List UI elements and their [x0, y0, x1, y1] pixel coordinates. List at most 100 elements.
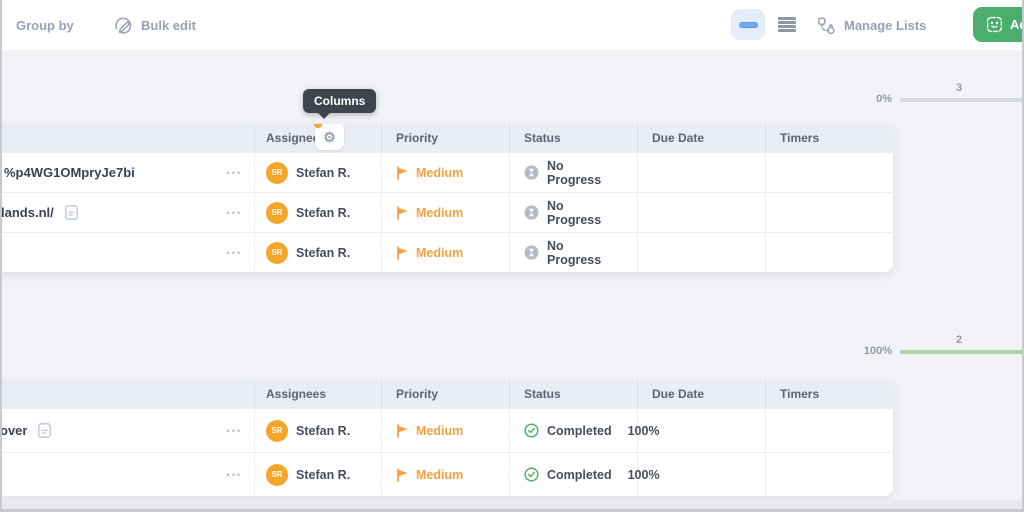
avatar: SR	[266, 241, 288, 264]
task-name-cell[interactable]: %p4WG1OMpryJe7bi •••	[0, 153, 255, 192]
priority-cell[interactable]: Medium	[382, 233, 510, 272]
header-name-column	[0, 380, 255, 408]
header-status: Status	[510, 380, 638, 408]
priority-cell[interactable]: Medium	[382, 193, 510, 232]
status-cell[interactable]: Completed 100%	[510, 409, 660, 452]
gear-icon: ⚙	[323, 128, 336, 145]
group-by-button[interactable]: Group by	[0, 0, 74, 50]
task-table-group2: Assignees Priority Status Due Date Timer…	[0, 380, 893, 496]
task-name-cell[interactable]: over •••	[0, 409, 255, 452]
row-menu-button[interactable]: •••	[227, 426, 242, 436]
timers-cell[interactable]	[766, 233, 893, 272]
window-bottom-band	[0, 500, 1024, 509]
table-row[interactable]: lands.nl/ ••• SR Stefan R. Medium No Pro…	[0, 192, 893, 232]
pencil-icon	[114, 16, 133, 35]
assignee-name: Stefan R.	[296, 165, 351, 180]
assignee-name: Stefan R.	[296, 245, 351, 260]
due-date-cell[interactable]	[638, 233, 766, 272]
assignees-cell[interactable]: SR Stefan R.	[255, 453, 382, 496]
status-cell[interactable]: No Progress	[510, 153, 638, 192]
header-assignees: Assignees ⚙	[255, 124, 382, 152]
row-menu-button[interactable]: •••	[227, 248, 242, 258]
table-row[interactable]: ••• SR Stefan R. Medium No Progress	[0, 232, 893, 272]
header-timers: Timers	[780, 387, 820, 401]
document-icon	[63, 204, 80, 221]
priority-cell[interactable]: Medium	[382, 153, 510, 192]
assignee-name: Stefan R.	[296, 423, 351, 438]
group1-progress-bar	[900, 98, 1024, 102]
task-sticker-icon	[986, 16, 1003, 33]
header-due-date: Due Date	[638, 380, 766, 408]
priority-cell[interactable]: Medium	[382, 409, 510, 452]
app-window: Group by Bulk edit Manage Lists A 0% 3 C…	[0, 0, 1024, 512]
status-label: Completed	[547, 467, 612, 482]
no-progress-icon	[524, 165, 539, 180]
priority-flag-icon	[397, 165, 408, 180]
priority-label: Medium	[416, 165, 464, 180]
columns-tooltip-label: Columns	[314, 94, 366, 108]
status-label: No Progress	[547, 198, 602, 227]
row-menu-button[interactable]: •••	[227, 470, 242, 480]
assignee-name: Stefan R.	[296, 205, 351, 220]
table-row[interactable]: %p4WG1OMpryJe7bi ••• SR Stefan R. Medium…	[0, 152, 893, 192]
window-left-edge	[0, 0, 2, 512]
priority-flag-icon	[397, 467, 408, 482]
table-row[interactable]: ••• SR Stefan R. Medium Completed 100%	[0, 452, 893, 496]
assignees-cell[interactable]: SR Stefan R.	[255, 233, 382, 272]
status-cell[interactable]: No Progress	[510, 193, 638, 232]
collapsed-view-toggle-button[interactable]	[731, 9, 765, 40]
document-icon	[36, 422, 53, 439]
timers-cell[interactable]	[766, 193, 893, 232]
columns-settings-button[interactable]: ⚙	[313, 124, 344, 150]
priority-cell[interactable]: Medium	[382, 453, 510, 496]
table-header-row: Assignees Priority Status Due Date Timer…	[0, 380, 893, 408]
avatar: SR	[266, 419, 288, 442]
group1-task-count: 3	[955, 82, 963, 94]
row-menu-button[interactable]: •••	[227, 208, 242, 218]
timers-cell[interactable]	[766, 409, 893, 452]
add-task-button[interactable]: Add T	[973, 7, 1024, 42]
task-name: lands.nl/	[1, 205, 54, 220]
due-date-cell[interactable]	[638, 193, 766, 232]
status-cell[interactable]: Completed 100%	[510, 453, 660, 496]
no-progress-icon	[524, 205, 539, 220]
assignees-cell[interactable]: SR Stefan R.	[255, 153, 382, 192]
task-name-cell[interactable]: •••	[0, 233, 255, 272]
table-row[interactable]: over ••• SR Stefan R. Medium Completed 1…	[0, 408, 893, 452]
bulk-edit-button[interactable]: Bulk edit	[114, 0, 196, 50]
status-label: No Progress	[547, 238, 602, 267]
manage-lists-button[interactable]: Manage Lists	[817, 0, 926, 50]
header-priority: Priority	[382, 380, 510, 408]
header-name-column	[0, 124, 255, 152]
avatar: SR	[266, 201, 288, 224]
group2-progress-percent: 100%	[863, 345, 892, 357]
timers-cell[interactable]	[766, 153, 893, 192]
task-table-group1: Assignees ⚙ Priority Status Due Date Tim…	[0, 124, 893, 272]
group2-progress-bar	[900, 350, 1024, 354]
dash-view-icon	[738, 21, 758, 28]
assignees-cell[interactable]: SR Stefan R.	[255, 193, 382, 232]
priority-label: Medium	[416, 467, 464, 482]
assignees-cell[interactable]: SR Stefan R.	[255, 409, 382, 452]
manage-lists-label: Manage Lists	[844, 17, 927, 33]
avatar: SR	[266, 463, 288, 486]
status-label: No Progress	[547, 158, 602, 187]
task-name-cell[interactable]: •••	[0, 453, 255, 496]
priority-flag-icon	[397, 245, 408, 260]
no-progress-icon	[524, 245, 539, 260]
row-menu-button[interactable]: •••	[227, 168, 242, 178]
task-name-cell[interactable]: lands.nl/ •••	[0, 193, 255, 232]
status-label: Completed	[547, 423, 612, 438]
due-date-cell[interactable]	[638, 153, 766, 192]
priority-label: Medium	[416, 423, 464, 438]
due-date-cell[interactable]	[638, 453, 766, 496]
completed-check-icon	[524, 467, 539, 482]
due-date-cell[interactable]	[638, 409, 766, 452]
priority-flag-icon	[397, 423, 408, 438]
timers-cell[interactable]	[766, 453, 893, 496]
task-name: %p4WG1OMpryJe7bi	[4, 165, 135, 180]
status-cell[interactable]: No Progress	[510, 233, 638, 272]
dense-list-view-icon[interactable]	[778, 17, 796, 32]
group-by-label: Group by	[16, 17, 74, 33]
bulk-edit-label: Bulk edit	[141, 17, 196, 33]
